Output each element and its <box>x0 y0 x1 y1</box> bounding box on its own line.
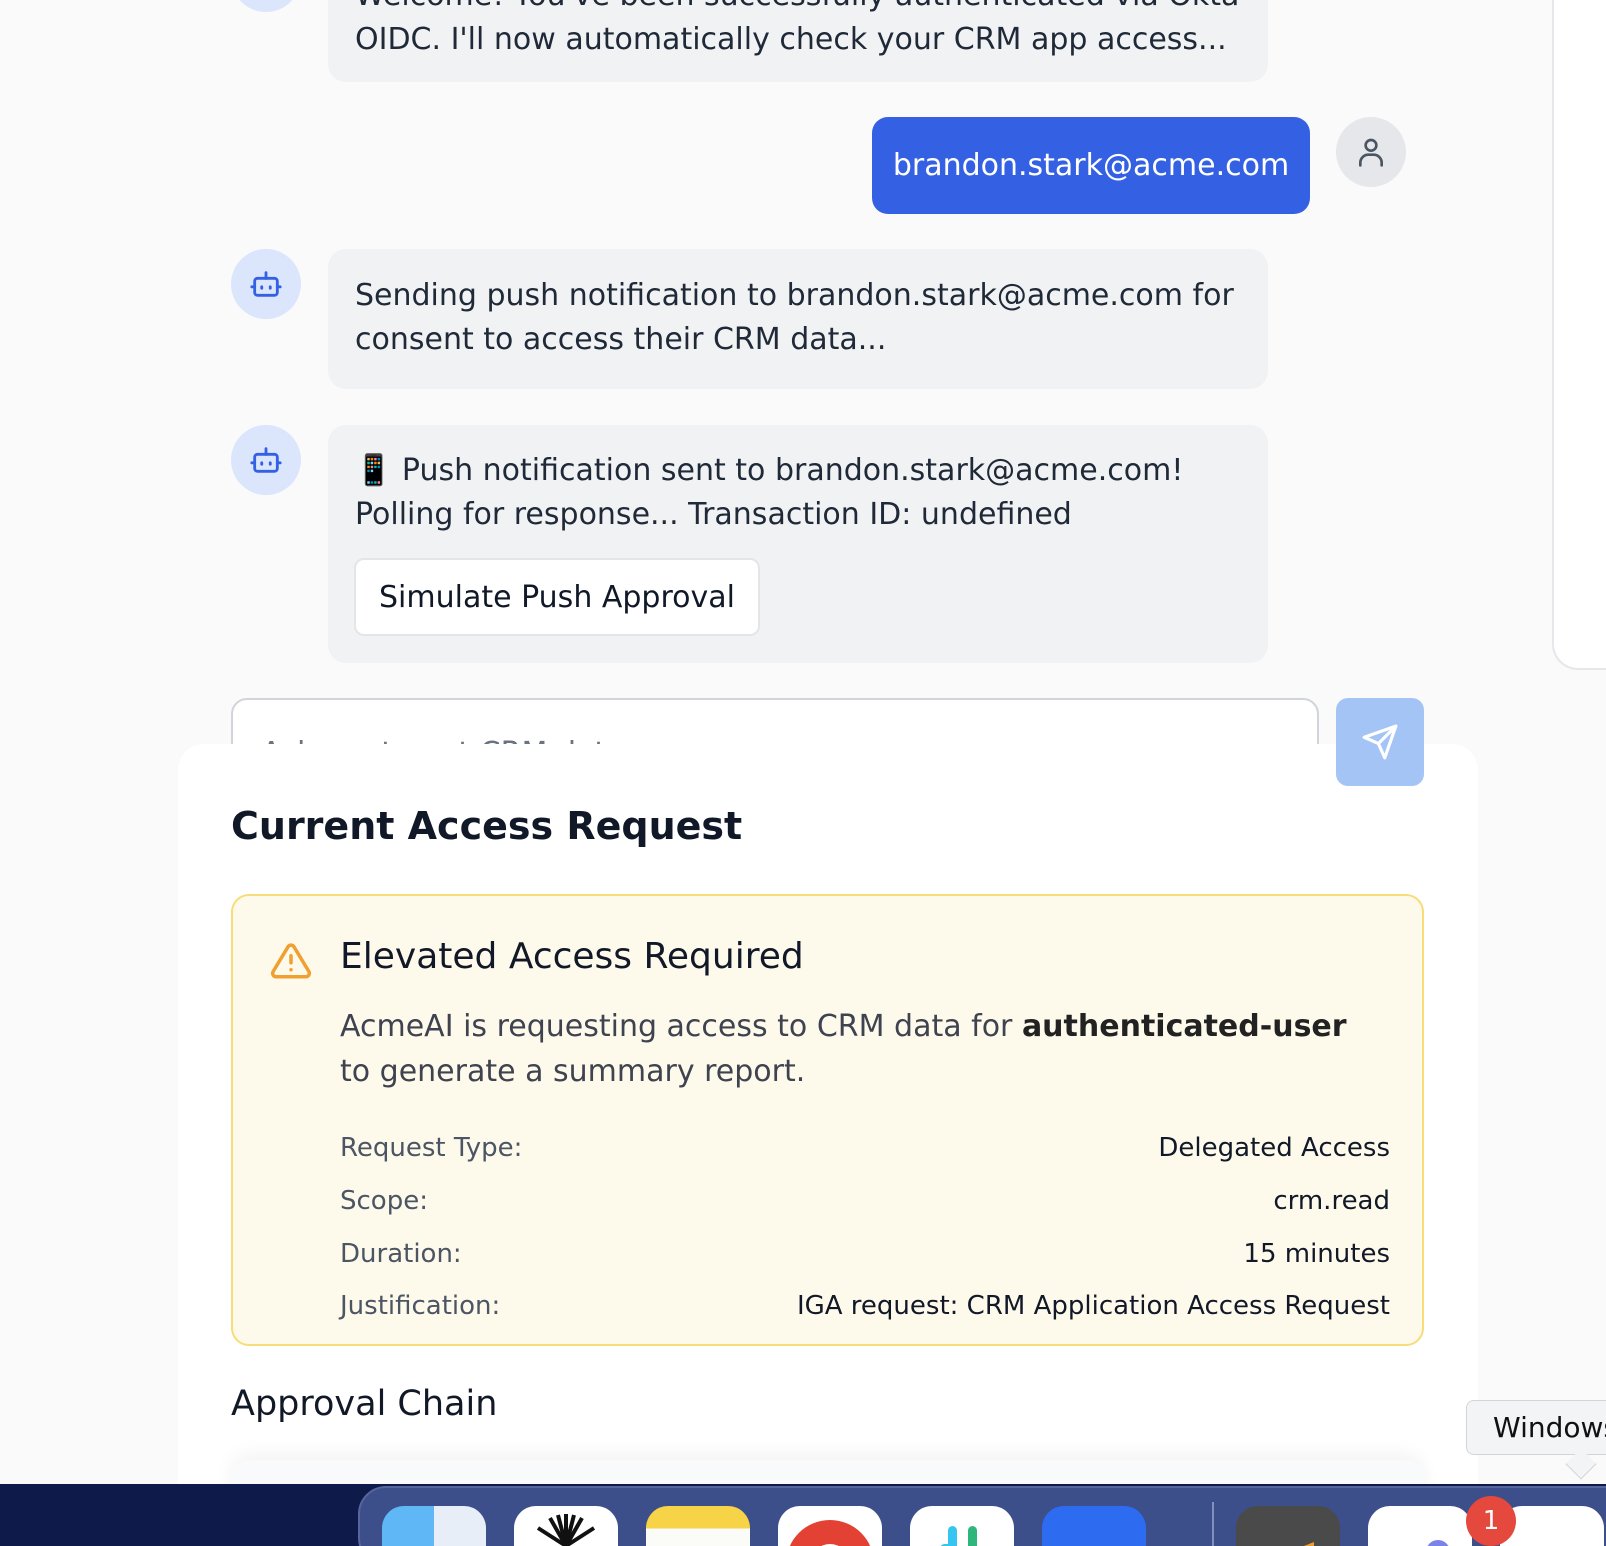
bot-message-sending-text: Sending push notification to brandon.sta… <box>355 278 1234 357</box>
bot-message-welcome: Welcome! You've been successfully authen… <box>328 0 1268 82</box>
detail-value: Delegated Access <box>1158 1133 1390 1163</box>
card-title: Current Access Request <box>231 804 743 848</box>
zoom-icon[interactable] <box>1042 1506 1146 1546</box>
bot-message-sending: Sending push notification to brandon.sta… <box>328 249 1268 389</box>
alert-title: Elevated Access Required <box>340 936 804 977</box>
detail-row-request-type: Request Type: Delegated Access <box>340 1128 1390 1168</box>
teams-icon[interactable] <box>1368 1506 1472 1546</box>
detail-row-duration: Duration: 15 minutes <box>340 1234 1390 1274</box>
windows-app-icon[interactable] <box>1500 1506 1604 1546</box>
windows-glyph-icon <box>1500 1506 1604 1546</box>
desc-suffix: to generate a summary report. <box>340 1054 806 1089</box>
send-button[interactable] <box>1336 698 1424 786</box>
access-request-card: Current Access Request Elevated Access R… <box>178 744 1478 1546</box>
detail-label: Duration: <box>340 1239 462 1269</box>
bot-avatar <box>231 425 301 495</box>
desc-user: authenticated-user <box>1021 1009 1347 1044</box>
detail-value: 15 minutes <box>1243 1239 1390 1269</box>
dock <box>358 1486 1606 1546</box>
bot-icon <box>250 271 282 297</box>
welcome-line2: OIDC. I'll now automatically check your … <box>355 22 1227 57</box>
bot-icon <box>250 447 282 473</box>
push-sent-line2: Polling for response... Transaction ID: … <box>355 497 1072 532</box>
notification-badge: 1 <box>1466 1496 1516 1546</box>
user-avatar <box>1336 117 1406 187</box>
user-icon <box>1359 138 1383 167</box>
elevated-access-alert: Elevated Access Required AcmeAI is reque… <box>231 894 1424 1346</box>
detail-label: Request Type: <box>340 1133 523 1163</box>
finder-icon[interactable] <box>382 1506 486 1546</box>
dock-tooltip: Windows <box>1466 1400 1606 1455</box>
simulate-push-approval-button[interactable]: Simulate Push Approval <box>354 558 760 636</box>
user-message-text: brandon.stark@acme.com <box>892 148 1290 183</box>
detail-row-scope: Scope: crm.read <box>340 1181 1390 1221</box>
perplexity-glyph-icon <box>536 1514 596 1546</box>
detail-row-justification: Justification: IGA request: CRM Applicat… <box>340 1286 1390 1326</box>
detail-label: Scope: <box>340 1186 428 1216</box>
slack-glyph-icon <box>940 1526 977 1546</box>
dock-separator <box>1212 1502 1214 1546</box>
sublime-icon[interactable] <box>1236 1506 1340 1546</box>
chrome-glyph-icon <box>789 1520 871 1546</box>
side-panel <box>1552 0 1606 670</box>
user-message: brandon.stark@acme.com <box>872 117 1310 214</box>
bot-avatar <box>231 0 301 12</box>
sublime-glyph-icon <box>1304 1542 1314 1546</box>
approval-chain-title: Approval Chain <box>231 1384 498 1424</box>
perplexity-icon[interactable] <box>514 1506 618 1546</box>
detail-value: IGA request: CRM Application Access Requ… <box>796 1291 1390 1321</box>
welcome-line1: Welcome! You've been successfully authen… <box>355 0 1241 18</box>
alert-description: AcmeAI is requesting access to CRM data … <box>340 1004 1370 1094</box>
detail-value: crm.read <box>1273 1186 1390 1216</box>
desc-prefix: AcmeAI is requesting access to CRM data … <box>340 1009 1022 1044</box>
chrome-icon[interactable] <box>778 1506 882 1546</box>
slack-icon[interactable] <box>910 1506 1014 1546</box>
bot-avatar <box>231 249 301 319</box>
push-sent-line1: 📱 Push notification sent to brandon.star… <box>355 453 1184 488</box>
notes-icon[interactable] <box>646 1506 750 1546</box>
send-icon <box>1362 724 1398 760</box>
detail-label: Justification: <box>340 1291 501 1321</box>
teams-glyph-icon <box>1427 1540 1449 1546</box>
warning-icon <box>270 943 312 979</box>
